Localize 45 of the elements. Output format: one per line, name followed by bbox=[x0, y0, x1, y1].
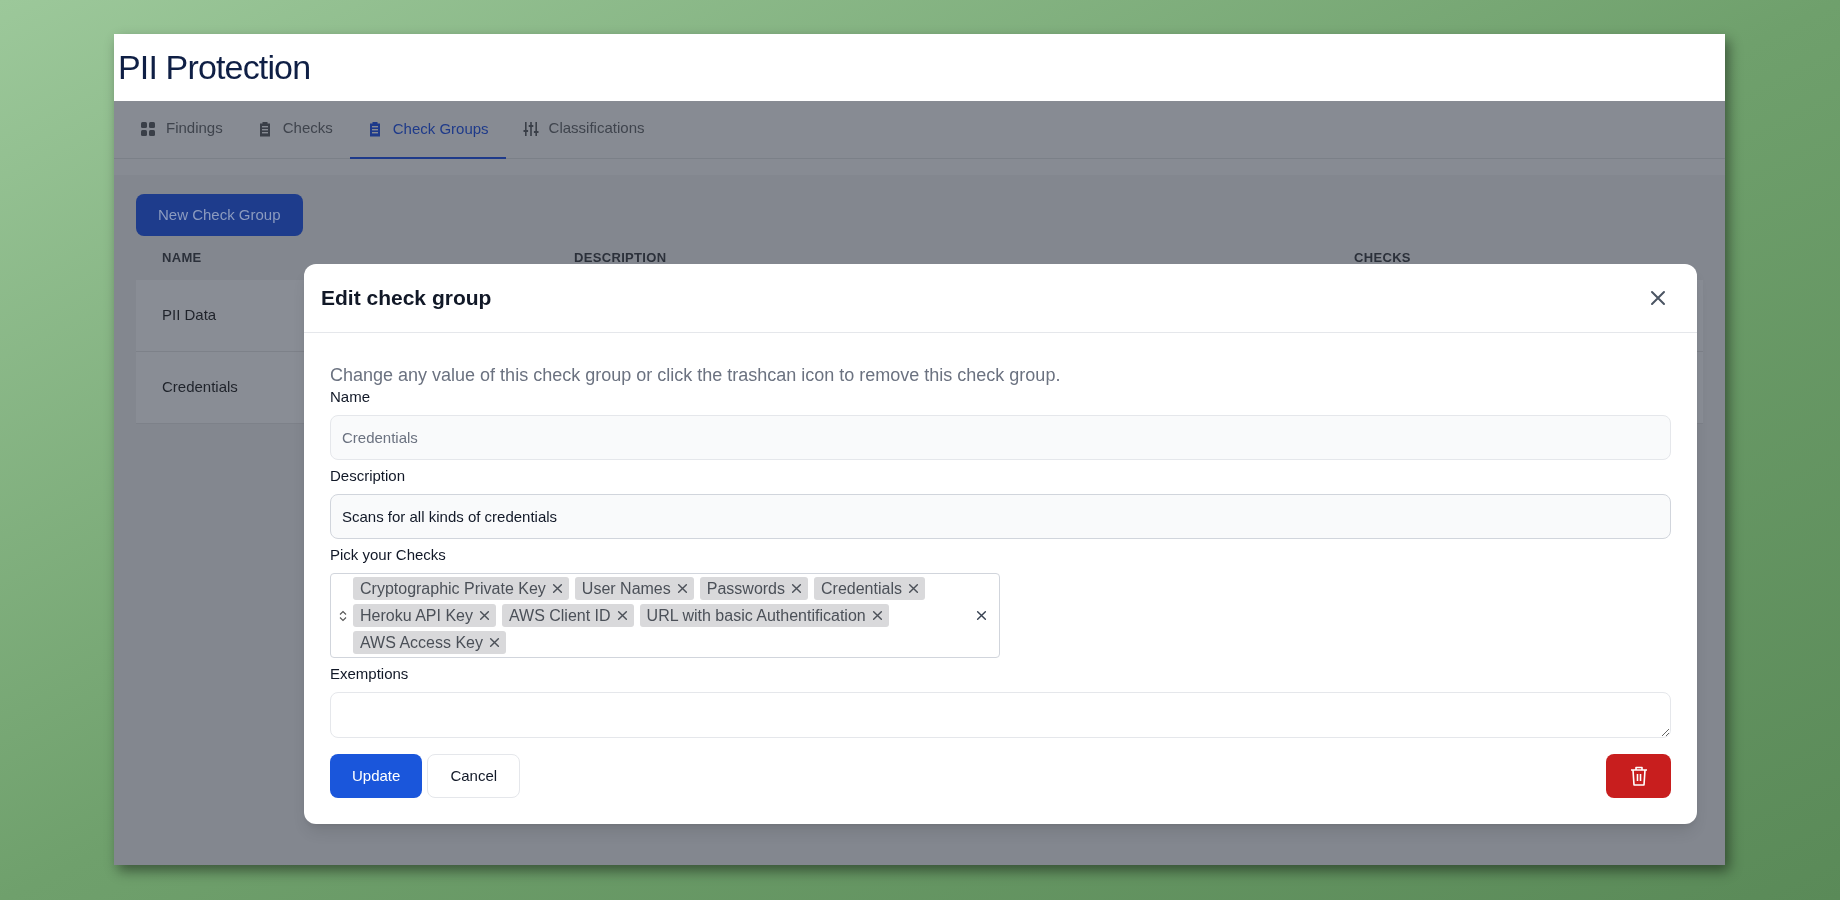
remove-icon[interactable] bbox=[478, 610, 490, 621]
remove-icon[interactable] bbox=[551, 583, 563, 594]
cancel-button[interactable]: Cancel bbox=[427, 754, 521, 798]
trash-icon bbox=[1628, 765, 1649, 787]
column-header: NAME bbox=[162, 249, 203, 268]
remove-icon[interactable] bbox=[791, 583, 802, 594]
close-icon[interactable] bbox=[1650, 290, 1666, 306]
textarea-field[interactable] bbox=[330, 692, 1671, 738]
tab[interactable]: Check Groups bbox=[349, 101, 506, 159]
sliders-icon bbox=[522, 120, 539, 137]
tab[interactable]: Classifications bbox=[505, 101, 662, 158]
check-tag: Cryptographic Private Key bbox=[353, 577, 569, 600]
check-tag: Credentials bbox=[814, 577, 925, 600]
input-field[interactable]: Scans for all kinds of credentials bbox=[330, 494, 1671, 539]
intro-text: Change any value of this check group or click the trashcan icon to remove this check group. bbox=[330, 364, 1062, 387]
column-header: CHECKS bbox=[1354, 249, 1412, 268]
chevron-updown-icon[interactable] bbox=[339, 609, 347, 622]
field-label: Description bbox=[330, 466, 407, 486]
multiselect-field[interactable]: Cryptographic Private Key User Names Passwords Credentials Heroku API Key AWS Client ID URL with basic Authentification AWS Access Key bbox=[330, 573, 1000, 658]
delete-button[interactable] bbox=[1606, 754, 1671, 798]
field-label: Name bbox=[330, 387, 371, 407]
table-cell-text: PII Data bbox=[162, 305, 217, 326]
check-tag: AWS Access Key bbox=[353, 631, 506, 654]
check-tag: Heroku API Key bbox=[353, 604, 496, 627]
remove-icon[interactable] bbox=[676, 583, 688, 594]
check-tag: Passwords bbox=[699, 577, 808, 600]
modal-title: Edit check group bbox=[321, 285, 492, 312]
table-cell-text: Credentials bbox=[162, 377, 238, 398]
remove-icon[interactable] bbox=[616, 610, 628, 621]
clear-icon[interactable] bbox=[976, 610, 987, 621]
remove-icon[interactable] bbox=[489, 637, 500, 648]
remove-icon[interactable] bbox=[907, 583, 919, 594]
check-tag: AWS Client ID bbox=[501, 604, 634, 627]
check-tag: User Names bbox=[574, 577, 694, 600]
check-tag: URL with basic Authentification bbox=[639, 604, 889, 627]
page-title: PII Protection bbox=[118, 47, 311, 88]
new-check-group-button[interactable]: New Check Group bbox=[136, 194, 303, 236]
tab[interactable]: Checks bbox=[239, 101, 350, 158]
tab[interactable]: Findings bbox=[123, 101, 240, 158]
update-button[interactable]: Update bbox=[330, 754, 423, 798]
column-header: DESCRIPTION bbox=[574, 249, 668, 268]
field-label: Pick your Checks bbox=[330, 545, 447, 565]
field-label: Exemptions bbox=[330, 664, 410, 684]
grid-icon bbox=[140, 120, 156, 137]
remove-icon[interactable] bbox=[871, 610, 883, 621]
